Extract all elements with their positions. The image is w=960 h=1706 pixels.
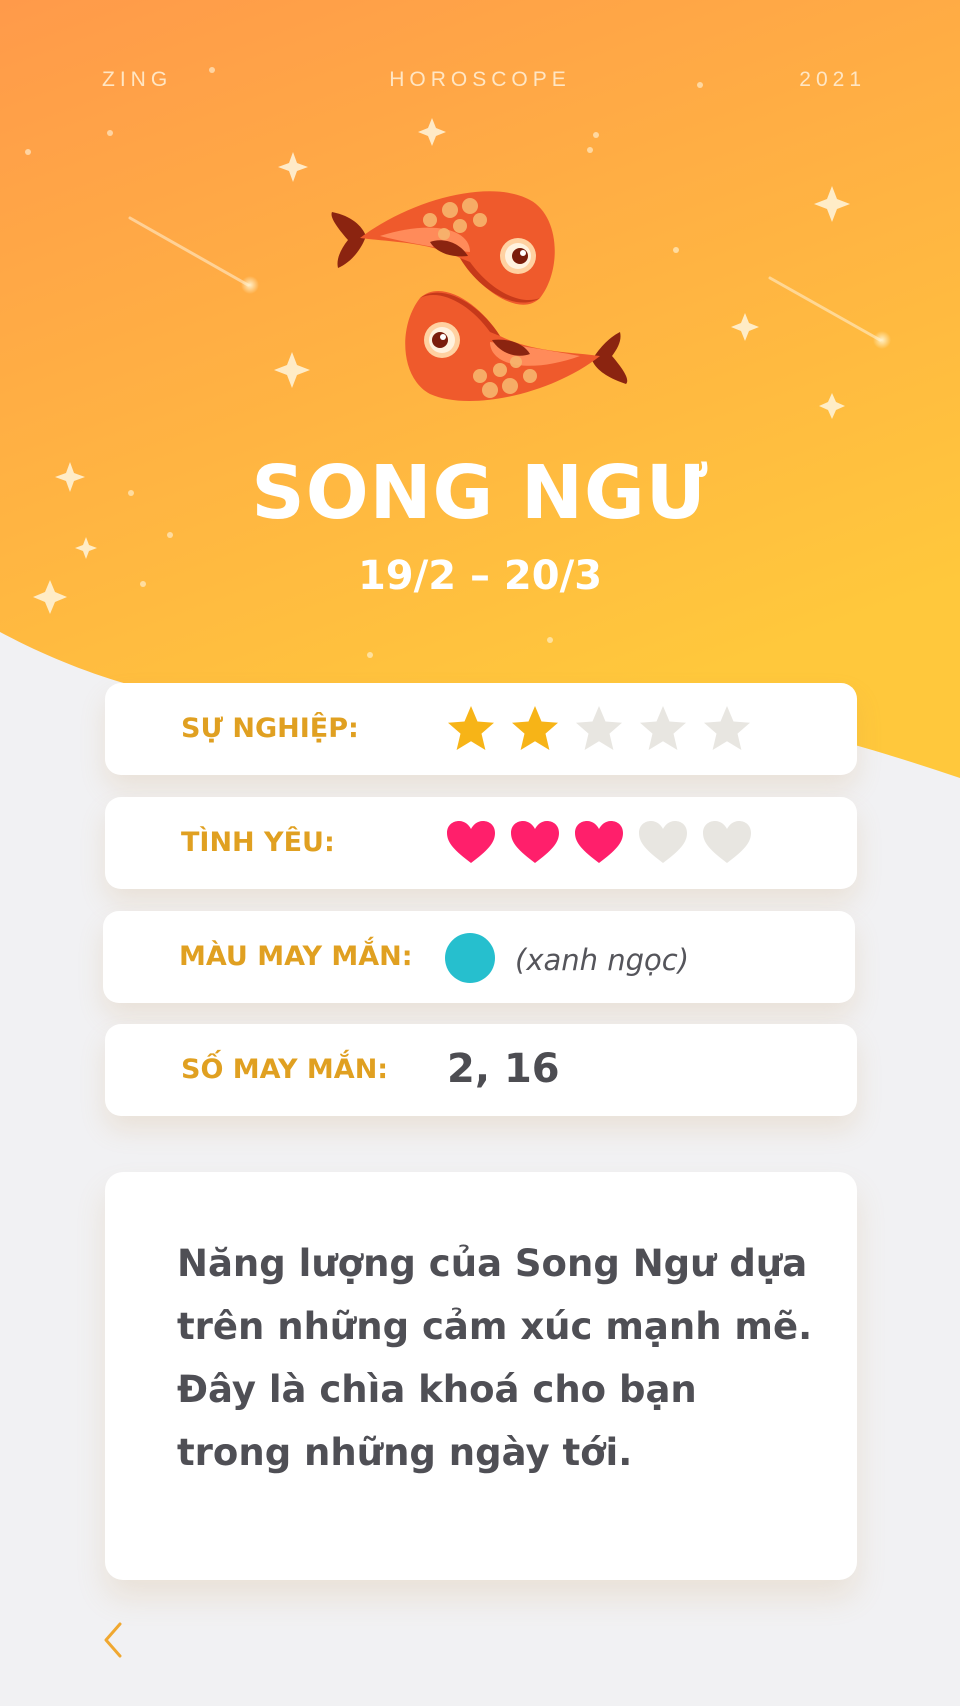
sign-dates: 19/2 – 20/3 — [357, 553, 603, 599]
lucky-number-label: SỐ MAY MẮN: — [181, 1054, 389, 1085]
star-icon-empty — [640, 706, 686, 750]
love-rating — [445, 817, 765, 869]
heart-icon-filled — [575, 821, 623, 863]
career-card: SỰ NGHIỆP: — [105, 683, 857, 775]
description-card: Năng lượng của Song Ngư dựa trên những c… — [105, 1172, 857, 1580]
heart-icon-filled — [511, 821, 559, 863]
love-card: TÌNH YÊU: — [105, 797, 857, 889]
lucky-color-swatch — [445, 933, 495, 983]
sign-title: SONG NGƯ — [251, 450, 709, 536]
pisces-fish-icon — [331, 191, 628, 402]
heart-icon-empty — [639, 821, 687, 863]
lucky-number-value: 2, 16 — [447, 1046, 560, 1092]
heart-icon-filled — [447, 821, 495, 863]
lucky-color-card: MÀU MAY MẮN: (xanh ngọc) — [103, 911, 855, 1003]
lucky-color-label: MÀU MAY MẮN: — [179, 941, 413, 972]
heart-icon-empty — [703, 821, 751, 863]
star-icon-empty — [576, 706, 622, 750]
career-rating — [445, 703, 765, 755]
top-bar: ZING HOROSCOPE 2021 — [0, 68, 960, 98]
career-label: SỰ NGHIỆP: — [181, 713, 359, 744]
year-label: 2021 — [799, 68, 866, 91]
star-icon-filled — [512, 706, 558, 750]
chevron-left-icon[interactable] — [100, 1620, 128, 1660]
star-icon-filled — [448, 706, 494, 750]
star-icon-empty — [704, 706, 750, 750]
love-label: TÌNH YÊU: — [181, 827, 335, 858]
description-text: Năng lượng của Song Ngư dựa trên những c… — [177, 1242, 813, 1474]
lucky-number-card: SỐ MAY MẮN: 2, 16 — [105, 1024, 857, 1116]
lucky-color-name: (xanh ngọc) — [515, 943, 690, 977]
